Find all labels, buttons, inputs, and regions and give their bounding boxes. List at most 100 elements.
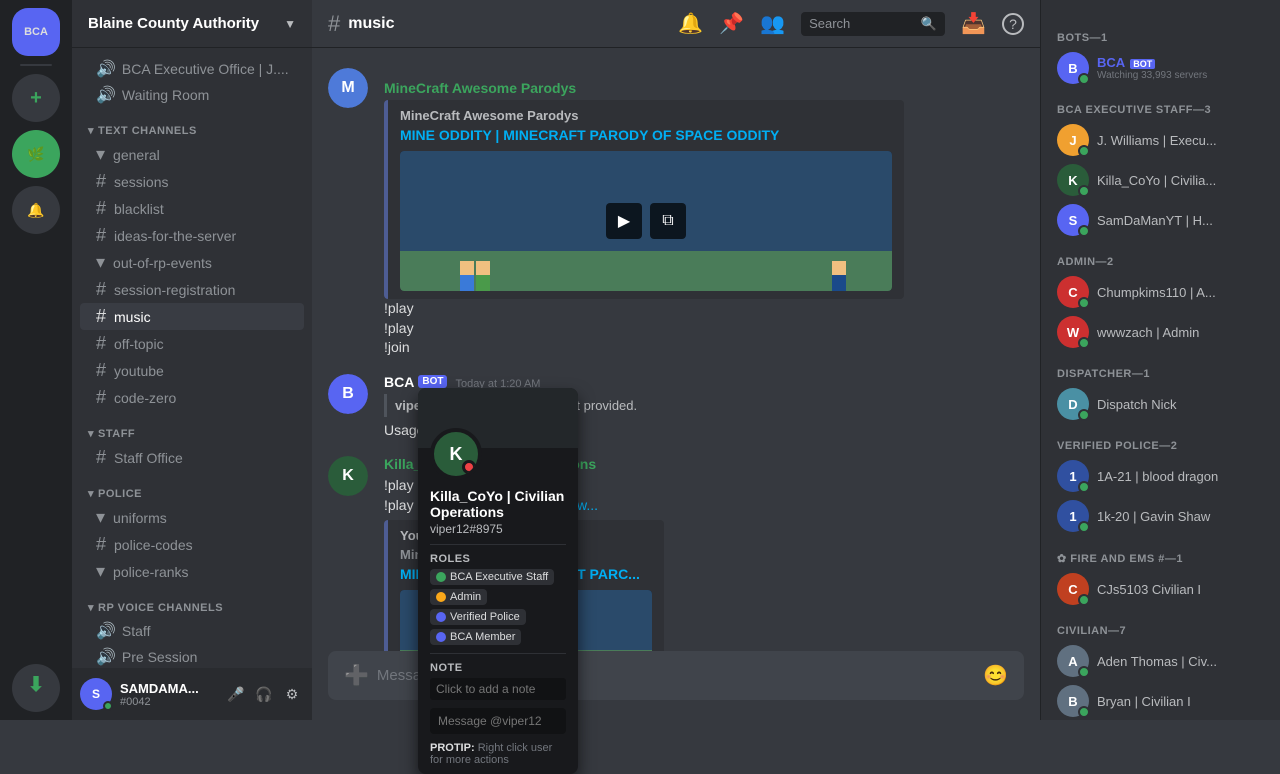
member-item[interactable]: C Chumpkims110 | A... xyxy=(1049,272,1272,312)
hash-icon: # xyxy=(96,387,106,408)
channel-sessions[interactable]: # sessions xyxy=(80,168,304,195)
popup-avatar-area: K xyxy=(418,428,578,480)
emoji-button[interactable]: 😊 xyxy=(983,663,1008,688)
help-icon[interactable]: ? xyxy=(1002,13,1024,35)
member-avatar: W xyxy=(1057,316,1089,348)
member-category-police: VERIFIED POLICE—2 xyxy=(1049,424,1272,456)
channel-session-registration[interactable]: # session-registration xyxy=(80,276,304,303)
channel-label: off-topic xyxy=(114,336,261,352)
server-divider xyxy=(20,64,52,66)
avatar: M xyxy=(328,68,368,108)
protip-label: PROTIP: xyxy=(430,742,475,754)
search-placeholder: Search xyxy=(809,16,913,31)
play-overlay: ▶ ⧉ xyxy=(606,203,686,239)
channel-off-topic[interactable]: # off-topic 👤+ xyxy=(80,330,304,357)
message-group: M MineCraft Awesome Parodys MineCraft Aw… xyxy=(312,64,1040,362)
popup-status-dot xyxy=(462,460,476,474)
inbox-icon[interactable]: 📥 xyxy=(961,11,986,36)
member-name: SamDaManYT | H... xyxy=(1097,213,1264,228)
server-icon-3[interactable]: 🔔 xyxy=(12,186,60,234)
hash-icon: ▾ xyxy=(96,561,105,582)
member-item-bca[interactable]: B BCA BOT Watching 33,993 servers xyxy=(1049,48,1272,88)
username: SAMDAMA... xyxy=(120,681,216,696)
role-color-dot xyxy=(436,592,446,602)
arrow-icon: ▾ xyxy=(88,427,94,440)
member-name: Killa_CoYo | Civilia... xyxy=(1097,173,1264,188)
member-item[interactable]: A Aden Thomas | Civ... xyxy=(1049,641,1272,681)
avatar-image: K xyxy=(328,456,368,496)
pin-icon[interactable]: 📌 xyxy=(719,11,744,36)
member-avatar: C xyxy=(1057,573,1089,605)
channel-code-zero[interactable]: # code-zero xyxy=(80,384,304,411)
status-dot xyxy=(1078,706,1090,718)
member-category-admin: ADMIN—2 xyxy=(1049,240,1272,272)
member-name: Bryan | Civilian I xyxy=(1097,694,1264,709)
member-category-bots: BOTS—1 xyxy=(1049,16,1272,48)
channel-group-uniforms[interactable]: ▾ uniforms xyxy=(80,504,304,531)
popup-roles-label: ROLES xyxy=(418,553,578,569)
user-bar: S SAMDAMA... #0042 🎤 🎧 ⚙ xyxy=(72,668,312,720)
member-item[interactable]: 1 1k-20 | Gavin Shaw xyxy=(1049,496,1272,536)
avatar: K xyxy=(328,456,368,496)
download-icon[interactable]: ⬇ xyxy=(12,664,60,712)
member-item[interactable]: W wwwzach | Admin xyxy=(1049,312,1272,352)
staff-category[interactable]: ▾ STAFF xyxy=(72,411,312,444)
channel-staff-office[interactable]: # Staff Office xyxy=(80,444,304,471)
voice-staff[interactable]: 🔊 Staff xyxy=(80,618,304,644)
popup-username: Killa_CoYo | Civilian Operations xyxy=(418,488,578,522)
add-server-button[interactable]: + xyxy=(12,74,60,122)
server-icon-bca[interactable]: BCA xyxy=(12,8,60,56)
channel-ideas[interactable]: # ideas-for-the-server xyxy=(80,222,304,249)
voice-pre-session[interactable]: 🔊 Pre Session xyxy=(80,644,304,668)
avatar-letter: S xyxy=(92,687,100,701)
bell-icon[interactable]: 🔔 xyxy=(678,11,703,36)
settings-button[interactable]: ⚙ xyxy=(280,682,304,706)
member-item[interactable]: D Dispatch Nick xyxy=(1049,384,1272,424)
category-label: STAFF xyxy=(98,428,135,440)
channel-bca-executive[interactable]: 🔊 BCA Executive Office | J.... xyxy=(80,56,304,82)
user-discriminator: #0042 xyxy=(120,696,216,708)
status-dot xyxy=(1078,73,1090,85)
channel-group-out-of-rp[interactable]: ▾ out-of-rp-events xyxy=(80,249,304,276)
mute-button[interactable]: 🎤 xyxy=(224,682,248,706)
channel-label: code-zero xyxy=(114,390,296,406)
members-icon[interactable]: 👥 xyxy=(760,11,785,36)
member-name: 1k-20 | Gavin Shaw xyxy=(1097,509,1264,524)
channel-blacklist[interactable]: # blacklist xyxy=(80,195,304,222)
play-button[interactable]: ▶ xyxy=(606,203,642,239)
police-category[interactable]: ▾ POLICE xyxy=(72,471,312,504)
popup-protip: PROTIP: Right click user for more action… xyxy=(418,742,578,774)
rp-voice-category[interactable]: ▾ RP VOICE CHANNELS xyxy=(72,585,312,618)
role-badge-exec: BCA Executive Staff xyxy=(430,569,554,585)
member-name: J. Williams | Execu... xyxy=(1097,133,1264,148)
server-header[interactable]: Blaine County Authority ▼ xyxy=(72,0,312,48)
popup-note-input[interactable] xyxy=(430,678,566,700)
member-category-dispatcher: DISPATCHER—1 xyxy=(1049,352,1272,384)
member-avatar: 1 xyxy=(1057,460,1089,492)
channel-group-police-ranks[interactable]: ▾ police-ranks xyxy=(80,558,304,585)
member-name: Chumpkims110 | A... xyxy=(1097,285,1264,300)
member-avatar: B xyxy=(1057,52,1089,84)
message-author[interactable]: MineCraft Awesome Parodys xyxy=(384,80,576,96)
member-item[interactable]: C CJs5103 Civilian I xyxy=(1049,569,1272,609)
popup-message-input[interactable] xyxy=(430,708,566,734)
channel-group-general[interactable]: ▾ general xyxy=(80,141,304,168)
member-item[interactable]: B Bryan | Civilian I xyxy=(1049,681,1272,720)
channel-youtube[interactable]: # youtube xyxy=(80,357,304,384)
channel-waiting-room[interactable]: 🔊 Waiting Room xyxy=(80,82,304,108)
role-badge-member: BCA Member xyxy=(430,629,521,645)
deafen-button[interactable]: 🎧 xyxy=(252,682,276,706)
channel-music[interactable]: # music 👤+ xyxy=(80,303,304,330)
search-box[interactable]: Search 🔍 xyxy=(801,12,945,36)
member-item-killa[interactable]: K Killa_CoYo | Civilia... xyxy=(1049,160,1272,200)
text-channels-category[interactable]: ▾ TEXT CHANNELS xyxy=(72,108,312,141)
server-icon-2[interactable]: 🌿 xyxy=(12,130,60,178)
member-item[interactable]: 1 1A-21 | blood dragon xyxy=(1049,456,1272,496)
add-attachment-button[interactable]: ➕ xyxy=(344,651,369,700)
member-item[interactable]: S SamDaManYT | H... xyxy=(1049,200,1272,240)
external-link-button[interactable]: ⧉ xyxy=(650,203,686,239)
member-avatar: 1 xyxy=(1057,500,1089,532)
embed-title[interactable]: MINE ODDITY | MINECRAFT PARODY OF SPACE … xyxy=(400,127,892,143)
member-item[interactable]: J J. Williams | Execu... xyxy=(1049,120,1272,160)
channel-police-codes[interactable]: # police-codes xyxy=(80,531,304,558)
